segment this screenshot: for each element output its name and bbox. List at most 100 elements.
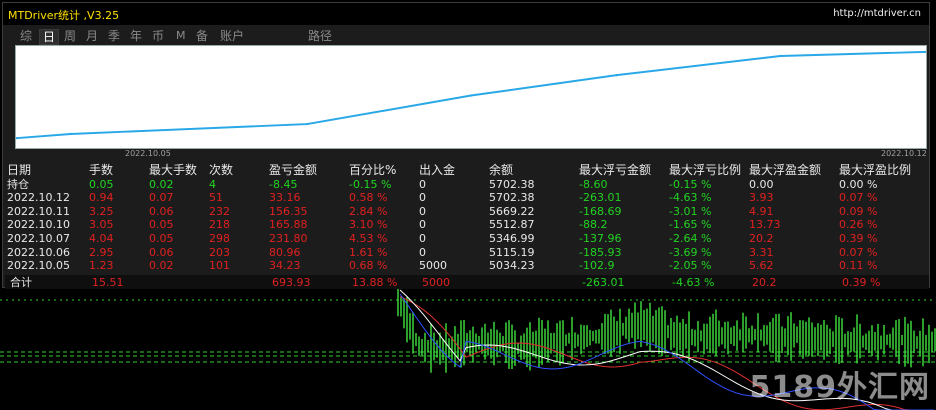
header-balance: 余额 [489, 163, 514, 177]
cell-trades: 101 [209, 259, 230, 273]
tab-overview[interactable]: 综 [17, 29, 35, 45]
table-row[interactable]: 2022.10.05 1.23 0.02 101 34.23 0.68 % 5000 5034… [7, 259, 927, 273]
cell-lots: 4.04 [89, 231, 114, 245]
cell-balance: 5034.23 [489, 259, 535, 273]
tab-magic[interactable]: M [173, 29, 189, 45]
cell-percent: 4.53 % [349, 231, 388, 245]
cell-deposit: 0 [419, 231, 426, 245]
tab-weekly[interactable]: 周 [61, 29, 79, 45]
cell-lots: 0.94 [89, 191, 114, 205]
cell-profit: 156.35 [269, 204, 308, 218]
table-row[interactable]: 持仓 0.05 0.02 4 -8.45 -0.15 % 0 5702.38 -8.60 -0.1… [7, 178, 927, 192]
table-header: 日期 手数 最大手数 次数 盈亏金额 百分比% 出入金 余额 最大浮亏金额 最大浮亏比例 最大浮盈金… [7, 164, 927, 178]
cell-max-float-profit-pct: 0.09 % [839, 204, 878, 218]
tab-currency[interactable]: 币 [149, 29, 167, 45]
cell-date: 2022.10.05 [7, 259, 70, 273]
cell-max-float-profit: 4.91 [749, 204, 774, 218]
tab-quarterly[interactable]: 季 [105, 29, 123, 45]
cell-percent: 2.84 % [349, 204, 388, 218]
cell-max-float-loss: -8.60 [579, 177, 608, 191]
table-row[interactable]: 2022.10.06 2.95 0.06 203 80.96 1.61 % 0 5115.19… [7, 246, 927, 260]
cell-balance: 5669.22 [489, 204, 535, 218]
website-link[interactable]: http://mtdriver.cn [833, 8, 921, 19]
table-body: 持仓 0.05 0.02 4 -8.45 -0.15 % 0 5702.38 -8.60 -0.1… [7, 178, 927, 273]
cell-max-float-profit-pct: 0.07 % [839, 191, 878, 205]
cell-profit: 33.16 [269, 191, 301, 205]
cell-deposit: 0 [419, 191, 426, 205]
equity-point [69, 132, 72, 136]
table-row[interactable]: 2022.10.11 3.25 0.06 232 156.35 2.84 % 0 5669.2… [7, 205, 927, 219]
cell-max-float-profit: 3.93 [749, 191, 774, 205]
equity-curve-chart [15, 45, 927, 149]
cell-profit: 80.96 [269, 245, 301, 259]
title-bar: MTDriver统计 ,V3.25 http://mtdriver.cn [3, 3, 929, 25]
total-percent: 13.88 % [352, 276, 398, 289]
cell-lots: 0.05 [89, 177, 114, 191]
header-max-lots: 最大手数 [149, 163, 198, 177]
equity-point [469, 94, 473, 97]
cell-max-lots: 0.02 [149, 259, 174, 273]
total-max-float-profit-pct: 0.39 % [842, 276, 881, 289]
cell-balance: 5702.38 [489, 177, 535, 191]
cell-max-float-loss-pct: -1.65 % [669, 218, 712, 232]
table-row[interactable]: 2022.10.12 0.94 0.07 51 33.16 0.58 % 0 5702.38 -… [7, 191, 927, 205]
cell-lots: 2.95 [89, 245, 114, 259]
cell-profit: 34.23 [269, 259, 301, 273]
tab-daily[interactable]: 日 [39, 29, 60, 45]
cell-lots: 3.25 [89, 204, 114, 218]
header-percent: 百分比% [349, 163, 397, 177]
chart-start-date: 2022.10.05 [125, 149, 171, 158]
tab-yearly[interactable]: 年 [127, 29, 145, 45]
cell-percent: 1.61 % [349, 245, 388, 259]
cell-deposit: 5000 [419, 259, 447, 273]
cell-max-float-loss-pct: -0.15 % [669, 177, 712, 191]
cell-trades: 298 [209, 231, 230, 245]
header-date: 日期 [7, 163, 32, 177]
cell-trades: 218 [209, 218, 230, 232]
header-max-float-loss: 最大浮亏金额 [579, 163, 652, 177]
table-row[interactable]: 2022.10.07 4.04 0.05 298 231.80 4.53 % 0 5346.9… [7, 232, 927, 246]
cell-balance: 5115.19 [489, 245, 535, 259]
cell-max-float-loss: -263.01 [579, 191, 622, 205]
chart-end-date: 2022.10.12 [881, 149, 927, 158]
total-row: 合计 15.51 693.93 13.88 % 5000 -263.01 -4.63 % 20… [5, 275, 929, 289]
cell-max-float-loss: -137.96 [579, 231, 622, 245]
cell-max-lots: 0.02 [149, 177, 174, 191]
cell-max-lots: 0.07 [149, 191, 174, 205]
cell-max-float-loss-pct: -3.69 % [669, 245, 712, 259]
header-max-float-loss-pct: 最大浮亏比例 [669, 163, 742, 177]
cell-date: 2022.10.06 [7, 245, 70, 259]
total-profit: 693.93 [272, 276, 311, 289]
total-date: 合计 [10, 276, 32, 289]
cell-percent: -0.15 % [349, 177, 392, 191]
cell-deposit: 0 [419, 204, 426, 218]
cell-date: 2022.10.11 [7, 204, 70, 218]
tab-account[interactable]: 账户 [217, 29, 247, 45]
cell-balance: 5512.87 [489, 218, 535, 232]
cell-max-float-profit: 3.31 [749, 245, 774, 259]
stats-table: 日期 手数 最大手数 次数 盈亏金额 百分比% 出入金 余额 最大浮亏金额 最大浮亏比例 最大浮盈金… [7, 164, 927, 273]
cell-max-float-loss: -168.69 [579, 204, 622, 218]
window-title: MTDriver统计 ,V3.25 [8, 9, 120, 22]
cell-max-float-profit-pct: 0.00 % [839, 177, 878, 191]
header-deposit: 出入金 [419, 163, 456, 177]
cell-max-float-profit-pct: 0.26 % [839, 218, 878, 232]
cell-balance: 5346.99 [489, 231, 535, 245]
table-row[interactable]: 2022.10.10 3.05 0.05 218 165.88 3.10 % 0 5512.8… [7, 218, 927, 232]
cell-max-float-loss-pct: -4.63 % [669, 191, 712, 205]
equity-point [615, 73, 618, 77]
cell-date: 2022.10.10 [7, 218, 70, 232]
total-max-float-loss: -263.01 [582, 276, 625, 289]
statistics-panel: MTDriver统计 ,V3.25 http://mtdriver.cn 综 日… [2, 2, 930, 289]
cell-lots: 3.05 [89, 218, 114, 232]
tab-notes[interactable]: 备 [193, 29, 211, 45]
period-tabs: 综 日 周 月 季 年 币 M 备 账户 路径 [3, 25, 929, 45]
cell-deposit: 0 [419, 218, 426, 232]
cell-max-float-profit: 5.62 [749, 259, 774, 273]
cell-date: 持仓 [7, 177, 29, 191]
header-profit: 盈亏金额 [269, 163, 318, 177]
tab-path[interactable]: 路径 [305, 29, 335, 45]
cell-max-float-loss-pct: -2.05 % [669, 259, 712, 273]
tab-monthly[interactable]: 月 [83, 29, 101, 45]
cell-profit: 231.80 [269, 231, 308, 245]
